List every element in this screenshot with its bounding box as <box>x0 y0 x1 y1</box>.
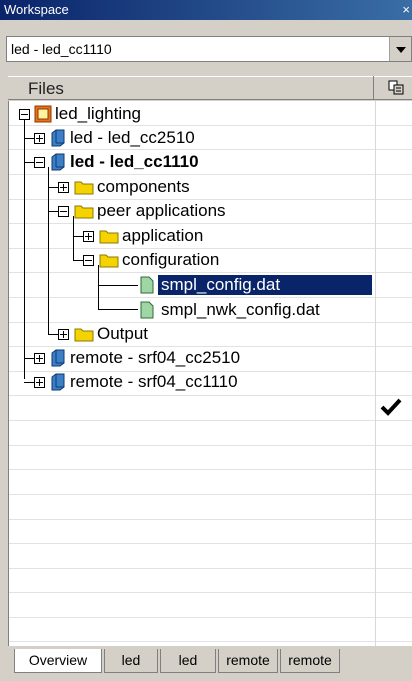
tree-connector <box>24 162 34 163</box>
row-gridline <box>9 174 412 175</box>
expand-icon[interactable] <box>34 377 45 388</box>
tree-connector <box>24 115 25 379</box>
expand-icon[interactable] <box>58 182 69 193</box>
row-gridline <box>9 395 412 396</box>
tree-item-label: remote - srf04_cc1110 <box>70 372 238 391</box>
tree-item-folder-peer-applications[interactable]: peer applications <box>74 199 226 223</box>
tree-item-label: led - led_cc2510 <box>70 128 195 147</box>
tree-item-label: Output <box>97 324 149 343</box>
tree-connector <box>98 309 138 310</box>
tree-item-file-smpl-nwk-config[interactable]: smpl_nwk_config.dat <box>140 298 320 322</box>
tree-connector <box>48 334 58 335</box>
tree-item-label: peer applications <box>97 201 226 220</box>
tree-connector <box>24 382 34 383</box>
tab-overview[interactable]: Overview <box>14 649 102 673</box>
tree-item-folder-application[interactable]: application <box>99 224 203 248</box>
tree-item-project-led-cc1110[interactable]: led - led_cc1110 <box>50 150 199 174</box>
collapse-icon[interactable] <box>34 157 45 168</box>
file-tree[interactable]: led_lighting led - led_cc2510 led - led_… <box>8 101 412 646</box>
project-icon <box>51 373 65 391</box>
tree-item-label: led - led_cc1110 <box>70 152 199 171</box>
tab-led-2[interactable]: led <box>160 649 216 673</box>
tree-connector <box>73 236 83 237</box>
project-icon <box>51 153 65 171</box>
expand-icon[interactable] <box>58 329 69 340</box>
tree-connector <box>48 187 58 188</box>
tree-connector <box>48 167 49 334</box>
tree-item-label: components <box>97 177 190 196</box>
expand-icon[interactable] <box>83 231 94 242</box>
collapse-icon[interactable] <box>83 255 94 266</box>
row-gridline <box>9 592 412 593</box>
tree-connector <box>24 138 34 139</box>
collapse-icon[interactable] <box>19 109 30 120</box>
tree-item-project-remote-cc1110[interactable]: remote - srf04_cc1110 <box>50 370 238 394</box>
tree-connector <box>24 358 34 359</box>
folder-icon <box>99 254 119 268</box>
column-options-icon[interactable] <box>388 79 406 97</box>
row-gridline <box>9 568 412 569</box>
tree-item-file-smpl-config[interactable]: smpl_config.dat <box>140 273 372 297</box>
checkmark-column-divider <box>375 101 376 646</box>
tree-item-folder-configuration[interactable]: configuration <box>99 248 219 272</box>
checkmark-icon <box>380 398 402 416</box>
tab-remote-1[interactable]: remote <box>218 649 278 673</box>
folder-icon <box>99 230 119 244</box>
tree-item-label: configuration <box>122 250 220 269</box>
files-header-label: Files <box>28 79 64 98</box>
title-bar: Workspace × <box>0 0 412 20</box>
row-gridline <box>9 223 412 224</box>
close-icon[interactable]: × <box>402 2 410 17</box>
project-icon <box>51 129 65 147</box>
tree-item-folder-components[interactable]: components <box>74 175 190 199</box>
file-icon <box>140 301 154 319</box>
tab-led-1[interactable]: led <box>104 649 158 673</box>
tree-item-project-remote-cc2510[interactable]: remote - srf04_cc2510 <box>50 346 240 370</box>
tree-item-label: smpl_nwk_config.dat <box>161 300 320 319</box>
row-gridline <box>9 543 412 544</box>
folder-icon <box>74 181 94 195</box>
tree-item-label: led_lighting <box>55 104 142 123</box>
column-separator <box>373 76 374 100</box>
expand-icon[interactable] <box>34 353 45 364</box>
row-gridline <box>9 617 412 618</box>
expand-icon[interactable] <box>34 133 45 144</box>
row-gridline <box>9 322 412 323</box>
chevron-down-icon[interactable] <box>389 37 411 61</box>
window-title: Workspace <box>4 2 69 17</box>
workspace-icon <box>34 105 52 123</box>
tree-connector <box>73 260 83 261</box>
tree-item-folder-output[interactable]: Output <box>74 322 148 346</box>
collapse-icon[interactable] <box>58 206 69 217</box>
tree-item-label: remote - srf04_cc2510 <box>70 348 241 367</box>
file-icon <box>140 276 154 294</box>
folder-icon <box>74 205 94 219</box>
tree-item-workspace-root[interactable]: led_lighting <box>34 102 141 126</box>
row-gridline <box>9 420 412 421</box>
row-gridline <box>9 519 412 520</box>
tree-connector <box>48 211 58 212</box>
folder-icon <box>74 328 94 342</box>
tree-item-project-led-cc2510[interactable]: led - led_cc2510 <box>50 126 195 150</box>
project-icon <box>51 349 65 367</box>
tab-remote-2[interactable]: remote <box>280 649 340 673</box>
row-gridline <box>9 641 412 642</box>
files-column-header[interactable]: Files <box>8 76 412 100</box>
row-gridline <box>9 494 412 495</box>
row-gridline <box>9 469 412 470</box>
tree-item-label: application <box>122 226 204 245</box>
configuration-select-value: led - led_cc1110 <box>11 41 112 57</box>
tree-item-label: smpl_config.dat <box>158 275 372 295</box>
row-gridline <box>9 445 412 446</box>
tree-connector <box>98 285 138 286</box>
configuration-select[interactable]: led - led_cc1110 <box>6 36 412 62</box>
